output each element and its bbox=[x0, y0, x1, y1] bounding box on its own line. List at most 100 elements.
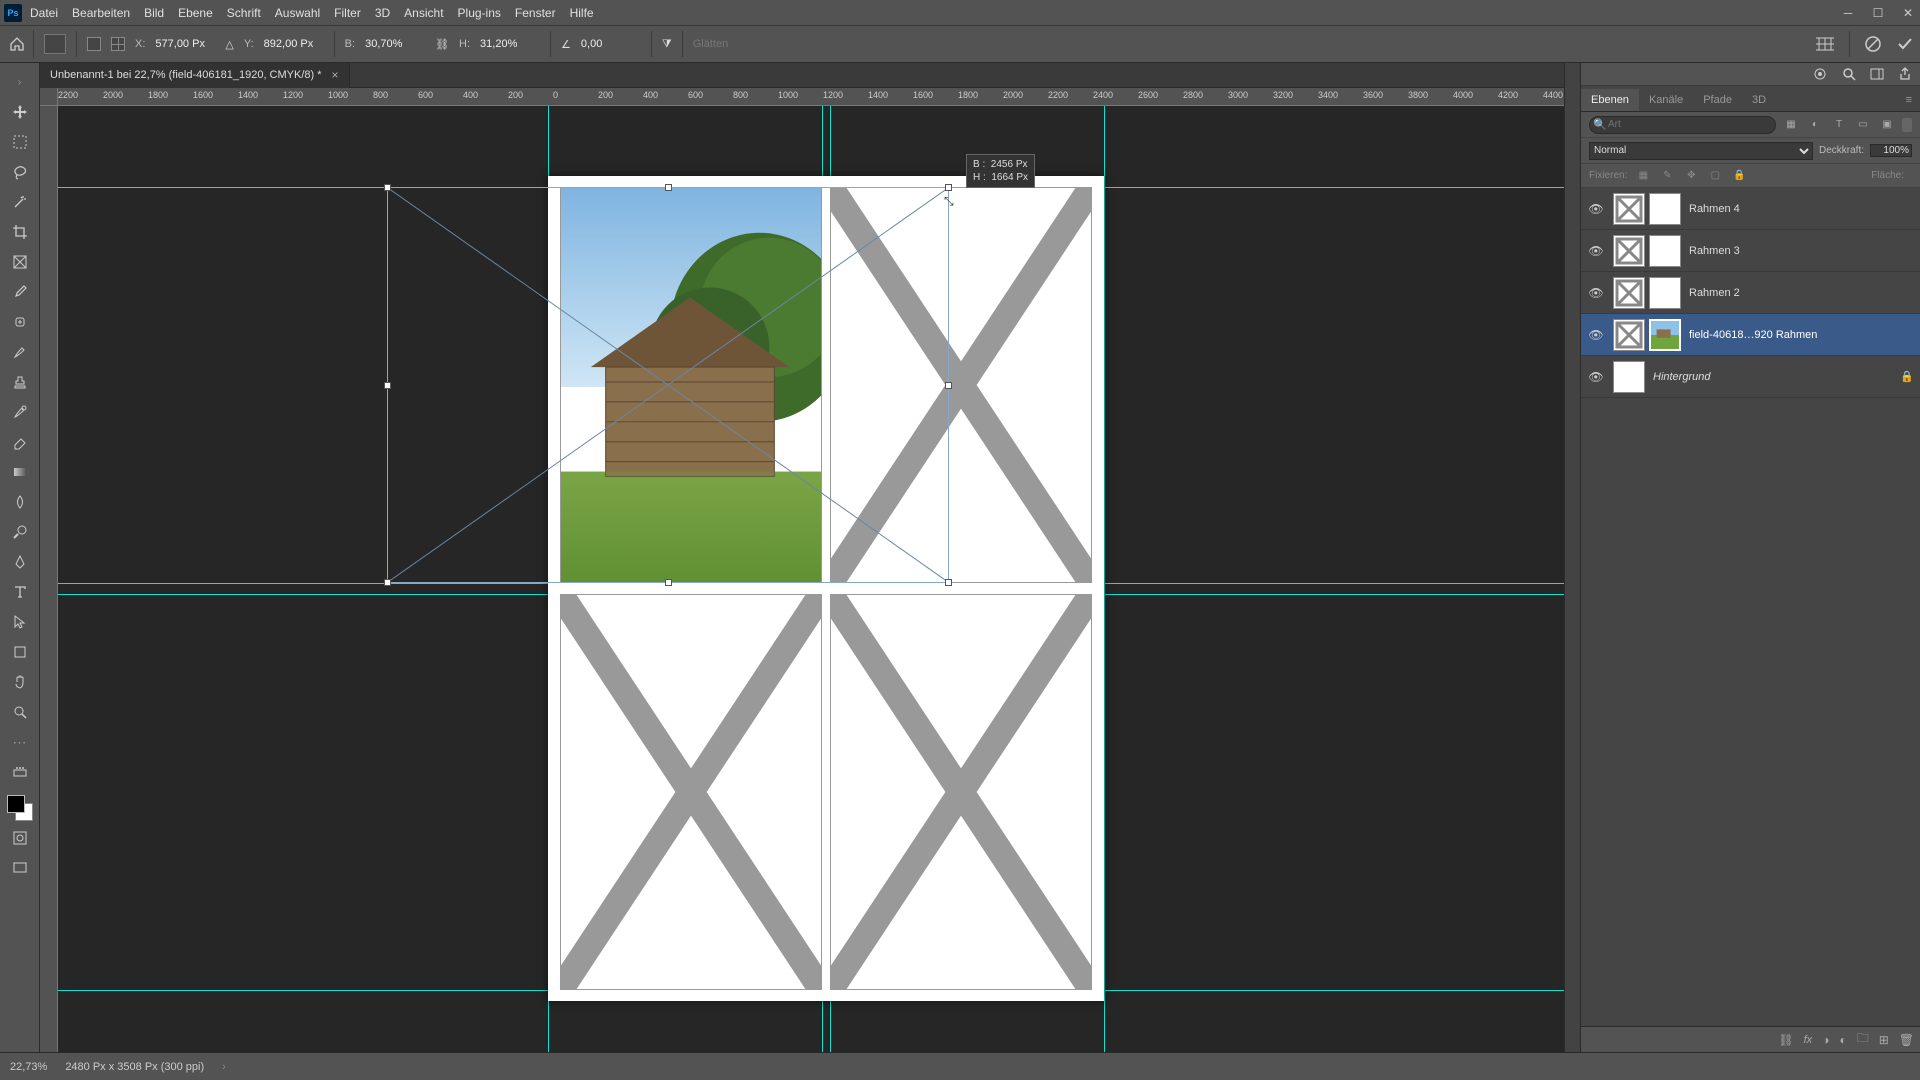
doc-info[interactable]: 2480 Px x 3508 Px (300 ppi) bbox=[65, 1061, 204, 1073]
opacity-value[interactable]: 100% bbox=[1870, 144, 1912, 157]
toolbar-grip[interactable]: › bbox=[6, 69, 34, 95]
menu-select[interactable]: Auswahl bbox=[275, 6, 320, 20]
menu-plugins[interactable]: Plug-ins bbox=[458, 6, 501, 20]
layer-mask-thumb[interactable] bbox=[1649, 235, 1681, 267]
visibility-toggle[interactable]: 👁 bbox=[1587, 286, 1605, 300]
layer-thumb[interactable] bbox=[1613, 361, 1645, 393]
menu-type[interactable]: Schrift bbox=[227, 6, 261, 20]
new-layer-icon[interactable]: ⊞ bbox=[1879, 1033, 1889, 1047]
blur-tool[interactable] bbox=[6, 489, 34, 515]
layer-row-selected[interactable]: 👁 field-40618…920 Rahmen bbox=[1581, 314, 1920, 356]
menu-edit[interactable]: Bearbeiten bbox=[72, 6, 130, 20]
handle-tr[interactable] bbox=[945, 184, 952, 191]
menu-window[interactable]: Fenster bbox=[515, 6, 556, 20]
shape-tool[interactable] bbox=[6, 639, 34, 665]
warp-icon[interactable] bbox=[1815, 36, 1835, 52]
tab-layers[interactable]: Ebenen bbox=[1581, 89, 1639, 111]
tab-channels[interactable]: Kanäle bbox=[1639, 89, 1693, 111]
stamp-tool[interactable] bbox=[6, 369, 34, 395]
color-swatches[interactable] bbox=[7, 795, 33, 821]
visibility-toggle[interactable]: 👁 bbox=[1587, 244, 1605, 258]
lock-icon[interactable]: 🔒 bbox=[1900, 370, 1914, 383]
reference-point-toggle[interactable] bbox=[87, 37, 101, 51]
lock-position-icon[interactable]: ✥ bbox=[1683, 168, 1699, 184]
history-brush-tool[interactable] bbox=[6, 399, 34, 425]
layer-name[interactable]: field-40618…920 Rahmen bbox=[1689, 329, 1914, 341]
menu-3d[interactable]: 3D bbox=[375, 6, 390, 20]
hand-tool[interactable] bbox=[6, 669, 34, 695]
layer-filter-input[interactable] bbox=[1589, 116, 1776, 134]
w-value[interactable]: 30,70% bbox=[365, 38, 425, 50]
handle-br[interactable] bbox=[945, 579, 952, 586]
link-layers-icon[interactable]: ⛓ bbox=[1778, 1033, 1793, 1047]
maximize-button[interactable]: ☐ bbox=[1870, 6, 1886, 20]
cloud-icon[interactable] bbox=[1812, 67, 1828, 81]
viewport[interactable]: ⤡ B : 2456 Px H : 1664 Px bbox=[58, 106, 1580, 1052]
layer-name[interactable]: Rahmen 3 bbox=[1689, 245, 1914, 257]
panel-menu-icon[interactable]: ≡ bbox=[1898, 89, 1920, 111]
close-tab-icon[interactable]: × bbox=[332, 68, 339, 82]
cancel-transform-button[interactable] bbox=[1864, 35, 1882, 53]
layer-row[interactable]: 👁 Rahmen 4 bbox=[1581, 188, 1920, 230]
filter-shape-icon[interactable]: ▭ bbox=[1854, 116, 1872, 134]
visibility-toggle[interactable]: 👁 bbox=[1587, 370, 1605, 384]
delete-layer-icon[interactable]: 🗑 bbox=[1899, 1033, 1914, 1047]
layer-thumb[interactable] bbox=[1613, 193, 1645, 225]
layer-thumb[interactable] bbox=[1613, 277, 1645, 309]
type-tool[interactable] bbox=[6, 579, 34, 605]
gradient-tool[interactable] bbox=[6, 459, 34, 485]
menu-file[interactable]: Datei bbox=[30, 6, 58, 20]
transform-box[interactable] bbox=[387, 187, 949, 583]
filter-type-icon[interactable]: T bbox=[1830, 116, 1848, 134]
layer-name[interactable]: Rahmen 2 bbox=[1689, 287, 1914, 299]
move-tool[interactable] bbox=[6, 99, 34, 125]
lock-all-icon[interactable]: 🔒 bbox=[1731, 168, 1747, 184]
menu-view[interactable]: Ansicht bbox=[404, 6, 443, 20]
more-tools[interactable]: ⋯ bbox=[6, 729, 34, 755]
zoom-level[interactable]: 22,73% bbox=[10, 1061, 47, 1073]
angle-value[interactable]: 0,00 bbox=[581, 38, 641, 50]
visibility-toggle[interactable]: 👁 bbox=[1587, 328, 1605, 342]
tool-preset[interactable] bbox=[44, 34, 66, 54]
menu-layer[interactable]: Ebene bbox=[178, 6, 213, 20]
layer-row[interactable]: 👁 Rahmen 2 bbox=[1581, 272, 1920, 314]
layer-thumb[interactable] bbox=[1613, 235, 1645, 267]
menu-help[interactable]: Hilfe bbox=[570, 6, 594, 20]
ruler-vertical[interactable] bbox=[40, 106, 58, 1052]
filter-smart-icon[interactable]: ▣ bbox=[1878, 116, 1896, 134]
handle-tl[interactable] bbox=[384, 184, 391, 191]
layer-mask-thumb[interactable] bbox=[1649, 277, 1681, 309]
collapsed-panels[interactable] bbox=[1564, 63, 1580, 1052]
lasso-tool[interactable] bbox=[6, 159, 34, 185]
tab-3d[interactable]: 3D bbox=[1742, 89, 1776, 111]
minimize-button[interactable]: ─ bbox=[1840, 6, 1856, 20]
frame-3[interactable] bbox=[560, 594, 822, 990]
heal-tool[interactable] bbox=[6, 309, 34, 335]
handle-mr[interactable] bbox=[945, 382, 952, 389]
h-value[interactable]: 31,20% bbox=[480, 38, 540, 50]
zoom-tool[interactable] bbox=[6, 699, 34, 725]
layer-mask-thumb[interactable] bbox=[1649, 193, 1681, 225]
eyedropper-tool[interactable] bbox=[6, 279, 34, 305]
y-value[interactable]: 892,00 Px bbox=[264, 38, 324, 50]
menu-filter[interactable]: Filter bbox=[334, 6, 361, 20]
filter-adjust-icon[interactable]: ◐ bbox=[1806, 116, 1824, 134]
marquee-tool[interactable] bbox=[6, 129, 34, 155]
commit-transform-button[interactable] bbox=[1896, 35, 1914, 53]
share-icon[interactable] bbox=[1898, 67, 1912, 81]
menu-image[interactable]: Bild bbox=[144, 6, 164, 20]
dodge-tool[interactable] bbox=[6, 519, 34, 545]
layer-name[interactable]: Hintergrund bbox=[1653, 371, 1892, 383]
pen-tool[interactable] bbox=[6, 549, 34, 575]
lock-brush-icon[interactable]: ✎ bbox=[1659, 168, 1675, 184]
home-icon[interactable] bbox=[6, 30, 34, 58]
crop-tool[interactable] bbox=[6, 219, 34, 245]
filter-pixel-icon[interactable]: ▦ bbox=[1782, 116, 1800, 134]
search-app-icon[interactable] bbox=[1842, 67, 1856, 81]
workspace-icon[interactable] bbox=[1870, 67, 1884, 81]
filter-toggle[interactable] bbox=[1902, 118, 1912, 132]
adjustment-icon[interactable]: ◐ bbox=[1839, 1033, 1846, 1047]
handle-bl[interactable] bbox=[384, 579, 391, 586]
fx-icon[interactable]: fx bbox=[1804, 1034, 1813, 1046]
path-select-tool[interactable] bbox=[6, 609, 34, 635]
